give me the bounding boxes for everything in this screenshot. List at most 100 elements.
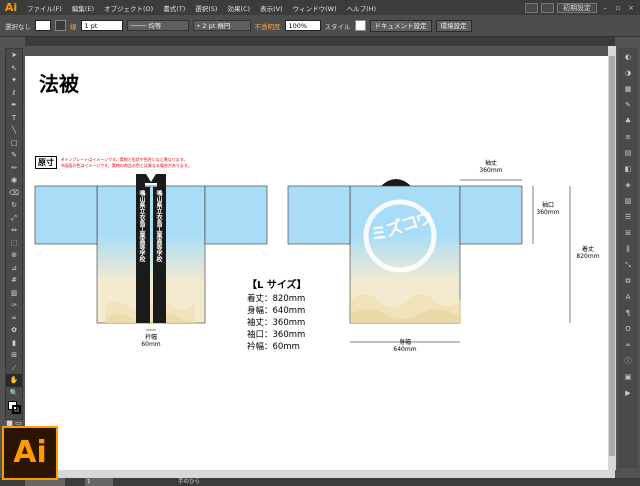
eyedropper-tool-icon[interactable]: ✑ <box>6 299 22 312</box>
menu-type[interactable]: 書式(T) <box>158 3 190 13</box>
menu-object[interactable]: オブジェクト(O) <box>99 3 158 13</box>
back-collar <box>381 179 411 186</box>
color-panel-icon[interactable]: ◐ <box>620 50 636 64</box>
menu-select[interactable]: 選択(S) <box>190 3 222 13</box>
current-tool-label: 手のひら <box>178 479 201 485</box>
transform-panel-icon[interactable]: ⤡ <box>620 258 636 272</box>
size-sodeguchi: 袖口：360mm <box>247 330 306 340</box>
align-panel-icon[interactable]: ⫼ <box>620 242 636 256</box>
blend-tool-icon[interactable]: ∞ <box>6 312 22 325</box>
navigator-panel-icon[interactable]: ▣ <box>620 370 636 384</box>
selection-status: 選択なし <box>5 22 31 31</box>
paintbrush-tool-icon[interactable]: ✎ <box>6 149 22 162</box>
rotate-tool-icon[interactable]: ↻ <box>6 199 22 212</box>
pencil-tool-icon[interactable]: ✏ <box>6 162 22 175</box>
menu-window[interactable]: ウィンドウ(W) <box>288 3 342 13</box>
menu-edit[interactable]: 編集(E) <box>67 3 99 13</box>
appearance-panel-icon[interactable]: ◈ <box>620 178 636 192</box>
artboard[interactable]: 法被 原寸 ※テンプレートはイメージです。実物と形状や色合いなど異なります。 ※… <box>25 56 615 470</box>
graphic-styles-icon[interactable]: ▧ <box>620 194 636 208</box>
gradient-tool-icon[interactable]: ▥ <box>6 287 22 300</box>
stroke-swatch[interactable] <box>55 20 66 31</box>
stroke-label[interactable]: 線 <box>70 21 77 31</box>
minimize-icon[interactable]: – <box>600 3 610 13</box>
color-guide-icon[interactable]: ◑ <box>620 66 636 80</box>
slice-tool-icon[interactable]: ⟋ <box>6 362 22 375</box>
type-tool-icon[interactable]: T <box>6 112 22 125</box>
stroke-box-icon[interactable] <box>12 405 21 414</box>
actions-panel-icon[interactable]: ▶ <box>620 386 636 400</box>
horizontal-scrollbar[interactable] <box>25 470 615 478</box>
size-kitake: 着丈：820mm <box>247 294 306 304</box>
rectangle-tool-icon[interactable]: □ <box>6 137 22 150</box>
selection-tool-icon[interactable]: ➤ <box>6 49 22 62</box>
arrange-documents-icon[interactable] <box>541 2 554 13</box>
status-bar: 1 手のひら <box>0 478 640 486</box>
direct-selection-tool-icon[interactable]: ↖ <box>6 62 22 75</box>
opacity-label[interactable]: 不透明度 <box>255 21 281 31</box>
transparency-panel-icon[interactable]: ◧ <box>620 162 636 176</box>
happi-illustration <box>34 174 571 343</box>
vertical-scroll-thumb[interactable] <box>609 56 615 456</box>
eraser-tool-icon[interactable]: ⌫ <box>6 187 22 200</box>
magic-wand-tool-icon[interactable]: ✦ <box>6 74 22 87</box>
opentype-panel-icon[interactable]: O <box>620 322 636 336</box>
opacity-input[interactable]: 100% <box>284 20 321 31</box>
stroke-weight-input[interactable]: 1 pt <box>80 20 123 31</box>
pathfinder-panel-icon[interactable]: ⧉ <box>620 274 636 288</box>
vertical-scrollbar[interactable] <box>608 46 616 470</box>
width-tool-icon[interactable]: ⇔ <box>6 224 22 237</box>
menu-bar: Ai ファイル(F) 編集(E) オブジェクト(O) 書式(T) 選択(S) 効… <box>0 0 640 15</box>
blob-brush-tool-icon[interactable]: ◉ <box>6 174 22 187</box>
zoom-tool-icon[interactable]: 🔍 <box>6 387 22 400</box>
artboards-panel-icon[interactable]: ⊞ <box>620 226 636 240</box>
scale-tool-icon[interactable]: ⤢ <box>6 212 22 225</box>
links-panel-icon[interactable]: ∞ <box>620 338 636 352</box>
illustrator-badge: Ai <box>2 426 58 480</box>
free-transform-tool-icon[interactable]: ⬚ <box>6 237 22 250</box>
artboard-tool-icon[interactable]: ⊞ <box>6 349 22 362</box>
control-bar: 選択なし 線 1 pt ──── 均等 • 2 pt 楕円 不透明度 100% … <box>0 15 640 37</box>
perspective-grid-tool-icon[interactable]: ⊿ <box>6 262 22 275</box>
hand-tool-icon[interactable]: ✋ <box>6 374 22 387</box>
fill-swatch[interactable] <box>35 20 51 31</box>
close-icon[interactable]: × <box>626 3 636 13</box>
shape-builder-tool-icon[interactable]: ⊕ <box>6 249 22 262</box>
lasso-tool-icon[interactable]: ℓ <box>6 87 22 100</box>
profile-label: 均等 <box>148 22 162 30</box>
menu-file[interactable]: ファイル(F) <box>22 3 67 13</box>
info-panel-icon[interactable]: ⓘ <box>620 354 636 368</box>
menu-view[interactable]: 表示(V) <box>255 3 288 13</box>
character-panel-icon[interactable]: A <box>620 290 636 304</box>
menu-help[interactable]: ヘルプ(H) <box>342 3 381 13</box>
collar-text-left: 鳴山県立衣島工業高等学校 <box>138 190 145 262</box>
graph-tool-icon[interactable]: ▮ <box>6 337 22 350</box>
style-swatch[interactable] <box>354 20 366 31</box>
dim-mihaba: 身幅 640mm <box>393 339 417 353</box>
layers-panel-icon[interactable]: ☰ <box>620 210 636 224</box>
workspace-switcher[interactable]: 初期設定 <box>557 2 597 13</box>
swatches-panel-icon[interactable]: ▦ <box>620 82 636 96</box>
size-sodetake: 袖丈：360mm <box>247 318 306 328</box>
line-tool-icon[interactable]: ╲ <box>6 124 22 137</box>
paragraph-panel-icon[interactable]: ¶ <box>620 306 636 320</box>
symbols-panel-icon[interactable]: ♣ <box>620 114 636 128</box>
brush-definition[interactable]: • 2 pt 楕円 <box>192 20 251 31</box>
gradient-panel-icon[interactable]: ▤ <box>620 146 636 160</box>
menu-effect[interactable]: 効果(C) <box>222 3 255 13</box>
variable-width-profile[interactable]: ──── 均等 <box>126 20 189 31</box>
brushes-panel-icon[interactable]: ✎ <box>620 98 636 112</box>
size-mihaba: 身幅：640mm <box>247 306 306 316</box>
document-setup-button[interactable]: ドキュメント設定 <box>369 19 432 32</box>
document-tab[interactable] <box>25 37 615 46</box>
symbol-sprayer-tool-icon[interactable]: ✿ <box>6 324 22 337</box>
maximize-icon[interactable]: ▫ <box>613 3 623 13</box>
pen-tool-icon[interactable]: ✒ <box>6 99 22 112</box>
bridge-icon[interactable] <box>525 2 538 13</box>
preferences-button[interactable]: 環境設定 <box>435 19 472 32</box>
mesh-tool-icon[interactable]: # <box>6 274 22 287</box>
artboard-navigation[interactable]: 1 <box>85 478 113 486</box>
stroke-panel-icon[interactable]: ≡ <box>620 130 636 144</box>
size-eri: 衿幅：60mm <box>247 342 300 352</box>
fill-stroke-icon[interactable] <box>6 399 22 417</box>
